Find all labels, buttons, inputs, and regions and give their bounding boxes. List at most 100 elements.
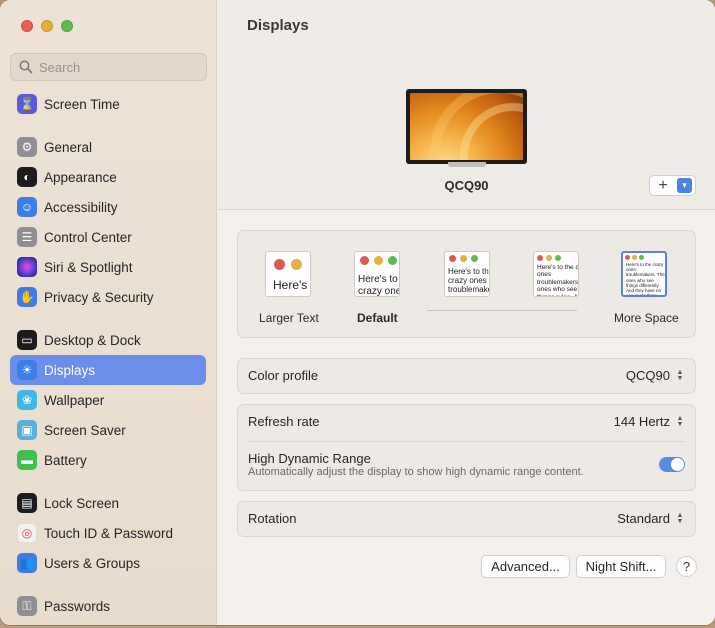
sample-text: Here's to the crazy ones troublemakers o… [448, 267, 489, 296]
resolution-option-default[interactable]: Here's to the crazy ones troublemakers D… [354, 251, 400, 325]
sidebar-item-label: Accessibility [44, 199, 118, 215]
close-button[interactable] [21, 20, 33, 32]
hdr-toggle[interactable] [659, 457, 685, 472]
search-icon [19, 60, 33, 74]
dock-icon: ▭ [17, 330, 37, 350]
resolution-option-3[interactable]: Here's to the crazy ones troublemakers o… [444, 251, 490, 297]
page-title: Displays [247, 17, 309, 34]
lock-screen-icon: ▤ [17, 493, 37, 513]
sidebar-item-label: Lock Screen [44, 495, 120, 511]
sidebar-item-users-groups[interactable]: 👥 Users & Groups [10, 548, 206, 578]
monitor-name: QCQ90 [444, 178, 489, 193]
add-display-button[interactable]: + ▾ [649, 175, 696, 196]
rotation-select[interactable]: Standard ▲ ▼ [617, 511, 685, 526]
refresh-rate-label: Refresh rate [248, 414, 320, 429]
gear-icon: ⚙ [17, 137, 37, 157]
chevron-down-icon[interactable]: ▾ [677, 178, 692, 193]
screen-saver-icon: ▣ [17, 420, 37, 440]
sidebar-item-control-center[interactable]: ☰ Control Center [10, 222, 206, 252]
updown-chevron-icon: ▲ ▼ [676, 368, 684, 382]
sidebar-item-siri-spotlight[interactable]: Siri & Spotlight [10, 252, 206, 282]
sidebar-item-label: Wallpaper [44, 392, 105, 408]
sidebar-item-label: Privacy & Security [44, 289, 154, 305]
night-shift-button[interactable]: Night Shift... [576, 555, 666, 578]
sidebar-item-wallpaper[interactable]: ❀ Wallpaper [10, 385, 206, 415]
sidebar-item-battery[interactable]: ▬ Battery [10, 445, 206, 475]
resolution-thumbnail: Here's to the crazy ones troublemakers [354, 251, 400, 297]
sidebar-item-displays[interactable]: ☀ Displays [10, 355, 206, 385]
monitor-stand [448, 162, 486, 167]
main-content: Displays QCQ90 + ▾ Here's Larger Text He [218, 0, 715, 625]
resolution-thumbnail: Here's to the crazy ones troublemakers. … [533, 251, 579, 297]
sidebar-item-label: Appearance [44, 169, 117, 185]
sidebar-item-screen-saver[interactable]: ▣ Screen Saver [10, 415, 206, 445]
sidebar-item-general[interactable]: ⚙ General [10, 132, 206, 162]
hdr-description: Automatically adjust the display to show… [248, 466, 584, 478]
rotation-panel: Rotation Standard ▲ ▼ [237, 501, 696, 537]
refresh-rate-row: Refresh rate 144 Hertz ▲ ▼ [248, 414, 685, 429]
sidebar-item-label: Siri & Spotlight [44, 259, 133, 275]
sidebar-item-label: Screen Saver [44, 422, 126, 438]
resolution-slider-track [427, 310, 577, 311]
rotation-label: Rotation [248, 511, 297, 526]
refresh-rate-select[interactable]: 144 Hertz ▲ ▼ [614, 414, 685, 429]
control-center-icon: ☰ [17, 227, 37, 247]
color-profile-value: QCQ90 [625, 368, 670, 383]
sidebar-item-label: Desktop & Dock [44, 332, 141, 348]
resolution-panel: Here's Larger Text Here's to the crazy o… [237, 230, 696, 338]
sidebar-item-appearance[interactable]: ◐ Appearance [10, 162, 206, 192]
sidebar-item-label: Displays [44, 362, 96, 378]
sidebar-item-label: Users & Groups [44, 555, 141, 571]
sample-text: Here's [273, 278, 308, 292]
resolution-option-more-space[interactable]: Here's to the crazy ones troublemakers. … [614, 251, 679, 325]
resolution-option-larger-text[interactable]: Here's Larger Text [259, 251, 319, 325]
sidebar-item-label: Control Center [44, 229, 132, 245]
zoom-button[interactable] [61, 20, 73, 32]
color-profile-select[interactable]: QCQ90 ▲ ▼ [626, 368, 685, 383]
sidebar: ⌛ Screen Time ⚙ General ◐ Appearance ☺ A… [0, 0, 217, 625]
resolution-thumbnail: Here's [265, 251, 311, 297]
color-profile-row: Color profile QCQ90 ▲ ▼ [248, 368, 685, 383]
flower-icon: ❀ [17, 390, 37, 410]
appearance-icon: ◐ [17, 167, 37, 187]
battery-icon: ▬ [17, 450, 37, 470]
hand-icon: ✋ [17, 287, 37, 307]
sidebar-item-label: General [44, 139, 93, 155]
advanced-button[interactable]: Advanced... [481, 555, 570, 578]
divider [248, 441, 685, 442]
sidebar-item-desktop-dock[interactable]: ▭ Desktop & Dock [10, 325, 206, 355]
help-button[interactable]: ? [676, 556, 697, 577]
monitor-thumbnail[interactable] [406, 89, 527, 164]
fingerprint-icon: ◎ [17, 523, 37, 543]
resolution-option-4[interactable]: Here's to the crazy ones troublemakers. … [533, 251, 579, 297]
users-icon: 👥 [17, 553, 37, 573]
search-input[interactable] [39, 59, 199, 75]
accessibility-icon: ☺ [17, 197, 37, 217]
color-profile-panel: Color profile QCQ90 ▲ ▼ [237, 358, 696, 394]
hdr-label: High Dynamic Range [248, 451, 371, 466]
rotation-row: Rotation Standard ▲ ▼ [248, 511, 685, 526]
display-arrangement-area: Displays QCQ90 + ▾ [218, 0, 715, 210]
refresh-rate-value: 144 Hertz [613, 414, 670, 429]
sidebar-item-label: Screen Time [44, 96, 120, 112]
sidebar-item-label: Touch ID & Password [44, 525, 174, 541]
search-field[interactable] [10, 53, 207, 81]
resolution-label: Default [357, 311, 398, 325]
sidebar-item-label: Passwords [44, 598, 111, 614]
siri-icon [17, 257, 37, 277]
sidebar-item-accessibility[interactable]: ☺ Accessibility [10, 192, 206, 222]
hdr-row: High Dynamic Range Automatically adjust … [248, 451, 685, 478]
resolution-thumbnail: Here's to the crazy ones troublemakers. … [621, 251, 667, 297]
sidebar-item-screen-time[interactable]: ⌛ Screen Time [10, 89, 206, 119]
sidebar-item-privacy-security[interactable]: ✋ Privacy & Security [10, 282, 206, 312]
sidebar-item-lock-screen[interactable]: ▤ Lock Screen [10, 488, 206, 518]
sun-icon: ☀ [17, 360, 37, 380]
sidebar-item-label: Battery [44, 452, 87, 468]
sidebar-item-touch-id[interactable]: ◎ Touch ID & Password [10, 518, 206, 548]
sample-text: Here's to the crazy ones troublemakers. … [537, 264, 579, 296]
resolution-label: More Space [614, 311, 679, 325]
wallpaper-preview [410, 93, 523, 160]
sidebar-item-passwords[interactable]: ⚿ Passwords [10, 591, 206, 621]
minimize-button[interactable] [41, 20, 53, 32]
key-icon: ⚿ [17, 596, 37, 616]
